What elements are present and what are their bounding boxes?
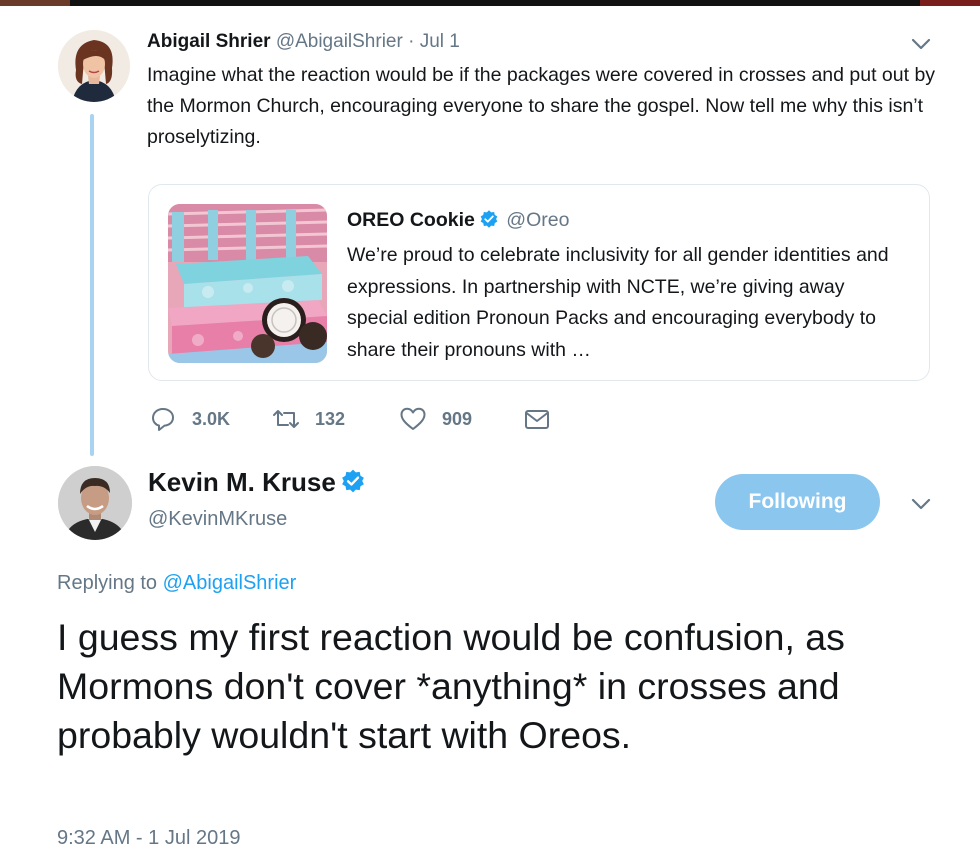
direct-message-button[interactable] (522, 402, 552, 436)
parent-tweet-header: Abigail Shrier @AbigailShrier · Jul 1 (147, 31, 460, 57)
quoted-author-name[interactable]: OREO Cookie (347, 209, 475, 231)
replying-to-line: Replying to @AbigailShrier (57, 572, 296, 595)
top-bar-left-strip (0, 0, 70, 6)
chevron-down-icon[interactable] (910, 497, 932, 511)
woman-portrait-icon (58, 30, 130, 102)
parent-author-name[interactable]: Abigail Shrier (147, 31, 271, 52)
like-count: 909 (442, 408, 473, 429)
parent-tweet-date[interactable]: Jul 1 (420, 31, 460, 52)
man-portrait-icon (58, 466, 132, 540)
like-button[interactable]: 909 (398, 402, 472, 436)
retweet-button[interactable]: 132 (271, 402, 345, 436)
reply-button[interactable]: 3.0K (148, 402, 230, 436)
quoted-tweet-card[interactable]: OREO Cookie @Oreo We’re proud to celebra… (148, 184, 930, 381)
reply-count: 3.0K (192, 408, 231, 429)
parent-author-handle[interactable]: @AbigailShrier (276, 31, 403, 52)
kevin-avatar[interactable] (58, 466, 132, 540)
envelope-icon (522, 404, 552, 434)
quoted-tweet-image[interactable] (168, 204, 327, 363)
main-author-handle[interactable]: @KevinMKruse (148, 508, 287, 531)
replying-prefix: Replying to (57, 572, 158, 594)
retweet-icon (271, 404, 301, 434)
oreo-pronoun-packs-photo (168, 204, 327, 363)
replying-to-link[interactable]: @AbigailShrier (163, 572, 297, 594)
heart-icon (398, 404, 428, 434)
thread-connector-line (90, 114, 94, 456)
window-top-bar (0, 0, 980, 6)
main-tweet-text: I guess my first reaction would be confu… (57, 616, 845, 756)
quoted-author-handle[interactable]: @Oreo (506, 209, 569, 231)
header-separator: · (408, 31, 415, 52)
top-bar-right-strip (920, 0, 980, 6)
quoted-tweet-text: We’re proud to celebrate inclusivity for… (347, 244, 889, 361)
main-tweet-timestamp[interactable]: 9:32 AM - 1 Jul 2019 (57, 827, 240, 850)
chevron-down-icon[interactable] (910, 37, 932, 51)
retweet-count: 132 (315, 408, 346, 429)
main-author-name: Kevin M. Kruse (148, 467, 368, 501)
following-button[interactable]: Following (715, 474, 880, 530)
verified-badge-icon (340, 468, 366, 501)
abigail-avatar[interactable] (58, 30, 130, 102)
main-author-name-text[interactable]: Kevin M. Kruse (148, 467, 336, 497)
verified-badge-icon (479, 209, 499, 235)
reply-icon (148, 404, 178, 434)
quoted-tweet-author: OREO Cookie @Oreo (347, 209, 569, 235)
parent-tweet-text: Imagine what the reaction would be if th… (147, 64, 936, 148)
